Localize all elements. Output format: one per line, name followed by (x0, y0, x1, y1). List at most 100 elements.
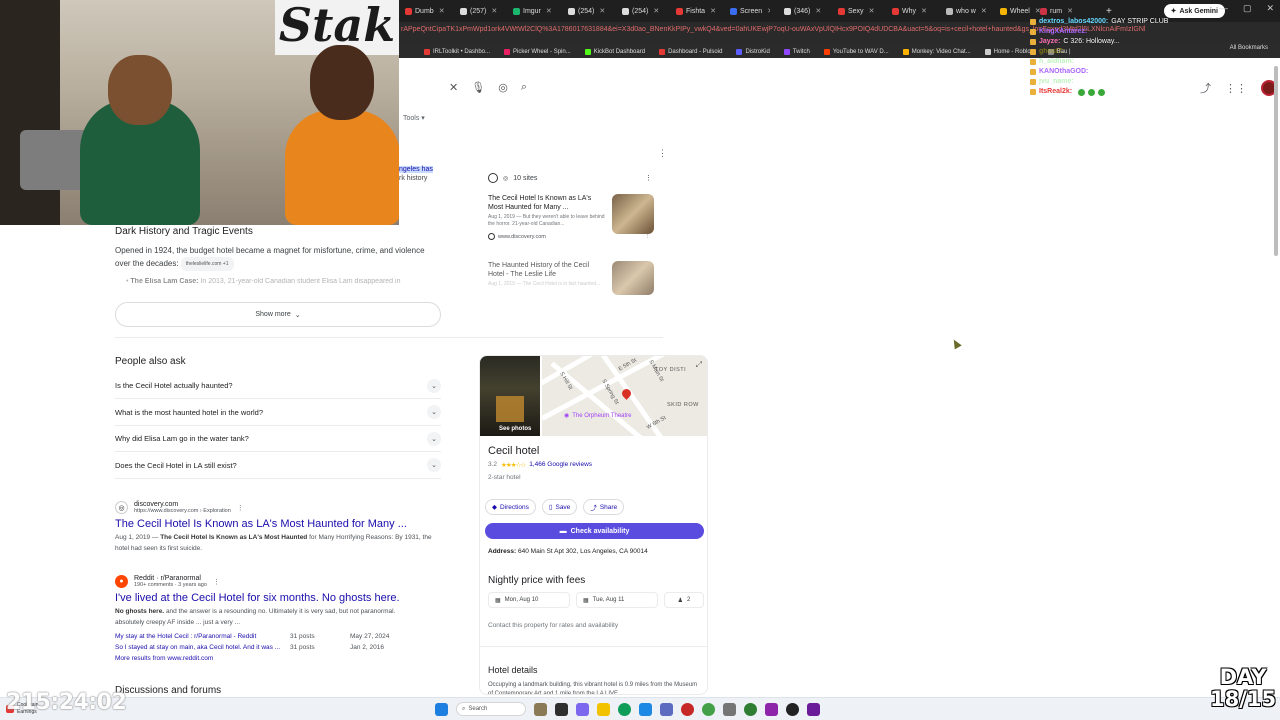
app-icon[interactable] (744, 702, 757, 716)
more-results-text[interactable]: More results from www.reddit.com (115, 653, 213, 664)
sub-result[interactable]: My stay at the Hotel Cecil : r/Paranorma… (115, 631, 445, 642)
scrollbar-thumb[interactable] (1274, 66, 1278, 256)
address-value[interactable]: 640 Main St Apt 302, Los Angeles, CA 900… (518, 548, 648, 555)
close-tab-icon[interactable]: ✕ (767, 7, 770, 15)
result-source[interactable]: ● Reddit · r/Paranormal 190+ comments · 3… (115, 575, 445, 588)
app-icon[interactable] (576, 702, 589, 716)
bookmark-item[interactable]: Picker Wheel - Spin... (504, 45, 571, 58)
browser-tab[interactable]: Imgur ✕ (513, 3, 553, 19)
reviews-link[interactable]: 1,466 Google reviews (529, 461, 592, 469)
chrome-icon[interactable] (702, 702, 715, 716)
chat-username[interactable]: h_aldham: (1039, 57, 1074, 67)
clear-icon[interactable]: ✕ (449, 81, 458, 94)
close-tab-icon[interactable]: ✕ (710, 7, 716, 15)
task-view-icon[interactable] (555, 702, 568, 716)
widget-icon[interactable] (534, 702, 547, 716)
map[interactable]: TOY DISTI SKID ROW S Spring St S Main St… (542, 356, 707, 436)
hotel-photo[interactable]: See photos (480, 356, 540, 436)
result-source[interactable]: ◎ discovery.com https://www.discovery.com… (115, 501, 445, 514)
browser-tab[interactable]: Dumb ✕ (405, 3, 445, 19)
app-icon[interactable] (807, 702, 820, 716)
close-tab-icon[interactable]: ✕ (869, 7, 875, 15)
bookmark-item[interactable]: Dashboard - Pulsoid (659, 45, 722, 58)
paa-question[interactable]: Why did Elisa Lam go in the water tank? ⌄ (115, 426, 441, 452)
kebab-icon[interactable]: ⋮ (645, 234, 651, 240)
settings-icon[interactable] (723, 702, 736, 716)
browser-tab[interactable]: Why ✕ (892, 3, 932, 19)
close-tab-icon[interactable]: ✕ (981, 7, 986, 15)
chat-username[interactable]: Jayze: (1039, 37, 1060, 47)
close-tab-icon[interactable]: ✕ (653, 7, 659, 15)
search-icon[interactable]: ⌕ (521, 81, 527, 94)
close-tab-icon[interactable]: ✕ (921, 7, 927, 15)
minimize-icon[interactable]: — (1219, 3, 1228, 14)
site-card[interactable]: The Cecil Hotel Is Known as LA's Most Ha… (488, 194, 658, 240)
see-photos-label[interactable]: See photos (499, 426, 531, 432)
tools-button[interactable]: Tools ▾ (403, 114, 425, 122)
search-box[interactable]: ✕ 🎙 ◎ ⌕ (399, 74, 539, 100)
more-options-icon[interactable]: ⋮ (658, 148, 667, 159)
result-title-link[interactable]: The Cecil Hotel Is Known as LA's Most Ha… (115, 518, 445, 530)
chat-username[interactable]: KingXAntarez: (1039, 27, 1087, 37)
kebab-icon[interactable]: ⋮ (213, 578, 220, 586)
close-tab-icon[interactable]: ✕ (439, 7, 445, 15)
kebab-icon[interactable]: ⋮ (237, 504, 244, 512)
bookmark-item[interactable]: Home - Roblox (984, 45, 1034, 58)
maximize-icon[interactable]: ▢ (1243, 3, 1252, 14)
bookmark-item[interactable]: Monkey: Video Chat... (902, 45, 971, 58)
app-icon[interactable] (681, 702, 694, 716)
close-window-icon[interactable]: ✕ (1266, 3, 1274, 14)
guests-selector[interactable]: ♟ 2 (664, 592, 704, 608)
check-availability-button[interactable]: ▬ Check availability (485, 523, 704, 539)
browser-tab[interactable]: (254) ✕ (622, 3, 662, 19)
checkout-date[interactable]: ▦ Tue, Aug 11 (576, 592, 658, 608)
site-card-title[interactable]: The Haunted History of the Cecil Hotel -… (488, 261, 606, 279)
site-card-title[interactable]: The Cecil Hotel Is Known as LA's Most Ha… (488, 194, 606, 212)
expand-icon[interactable]: ⤢ (696, 360, 702, 370)
bookmark-item[interactable]: Twitch (783, 45, 810, 58)
chat-username[interactable]: ItsReal2k: (1039, 87, 1072, 97)
chat-username[interactable]: ghost7: (1039, 47, 1064, 57)
sites-header[interactable]: ◎ 10 sites ⋮ (480, 168, 660, 188)
bookmark-item[interactable]: YouTube to WAV D... (823, 45, 889, 58)
directions-button[interactable]: ◆ Directions (485, 499, 536, 515)
sub-result-link[interactable]: So I stayed at stay on main, aka Cecil h… (115, 642, 290, 653)
obs-icon[interactable] (765, 702, 778, 716)
more-results-link[interactable]: More results from www.reddit.com (115, 653, 445, 664)
chevron-down-icon[interactable]: ⌄ (427, 378, 441, 393)
scrollbar[interactable] (1272, 58, 1280, 698)
browser-tab[interactable]: Sexy ✕ (838, 3, 878, 19)
voice-search-icon[interactable]: 🎙 (471, 81, 485, 94)
chevron-down-icon[interactable]: ⌄ (427, 431, 441, 446)
paa-question[interactable]: Does the Cecil Hotel in LA still exist? ⌄ (115, 453, 441, 479)
browser-tab[interactable]: (257) ✕ (460, 3, 500, 19)
paa-question[interactable]: Is the Cecil Hotel actually haunted? ⌄ (115, 373, 441, 399)
bookmark-item[interactable]: KickBot Dashboard (584, 45, 645, 58)
chat-username[interactable]: KANOthaGOD: (1039, 67, 1088, 77)
bookmark-item[interactable]: IRLToolkit • Dashbo... (424, 45, 490, 58)
chat-username[interactable]: dextros_labos42000: (1039, 17, 1108, 27)
edge-icon[interactable] (618, 702, 631, 716)
browser-tab[interactable]: who w ✕ (946, 3, 986, 19)
chat-username[interactable]: jvu_name: (1039, 77, 1074, 87)
sub-result-link[interactable]: My stay at the Hotel Cecil : r/Paranorma… (115, 631, 290, 642)
close-tab-icon[interactable]: ✕ (815, 7, 821, 15)
browser-tab[interactable]: Screen ✕ (730, 3, 770, 19)
source-chip[interactable]: theleslielife.com +1 (180, 257, 234, 271)
windows-start-icon[interactable] (435, 702, 448, 716)
browser-tab[interactable]: (346) ✕ (784, 3, 824, 19)
browser-tab[interactable]: (254) ✕ (568, 3, 608, 19)
bookmark-item[interactable]: DistroKid (736, 45, 770, 58)
app-icon[interactable] (639, 702, 652, 716)
file-explorer-icon[interactable] (597, 702, 610, 716)
close-tab-icon[interactable]: ✕ (491, 7, 497, 15)
lens-icon[interactable]: ◎ (498, 81, 508, 94)
site-card[interactable]: The Haunted History of the Cecil Hotel -… (488, 261, 658, 295)
taskbar-search[interactable]: ⌕ Search (456, 702, 526, 716)
chevron-down-icon[interactable]: ⌄ (427, 405, 441, 419)
map-poi[interactable]: ◉ The Orpheum Theatre (564, 412, 632, 420)
sub-result[interactable]: So I stayed at stay on main, aka Cecil h… (115, 642, 445, 653)
chevron-down-icon[interactable]: ⌄ (427, 458, 441, 472)
close-tab-icon[interactable]: ✕ (1067, 7, 1073, 15)
checkin-date[interactable]: ▦ Mon, Aug 10 (488, 592, 570, 608)
